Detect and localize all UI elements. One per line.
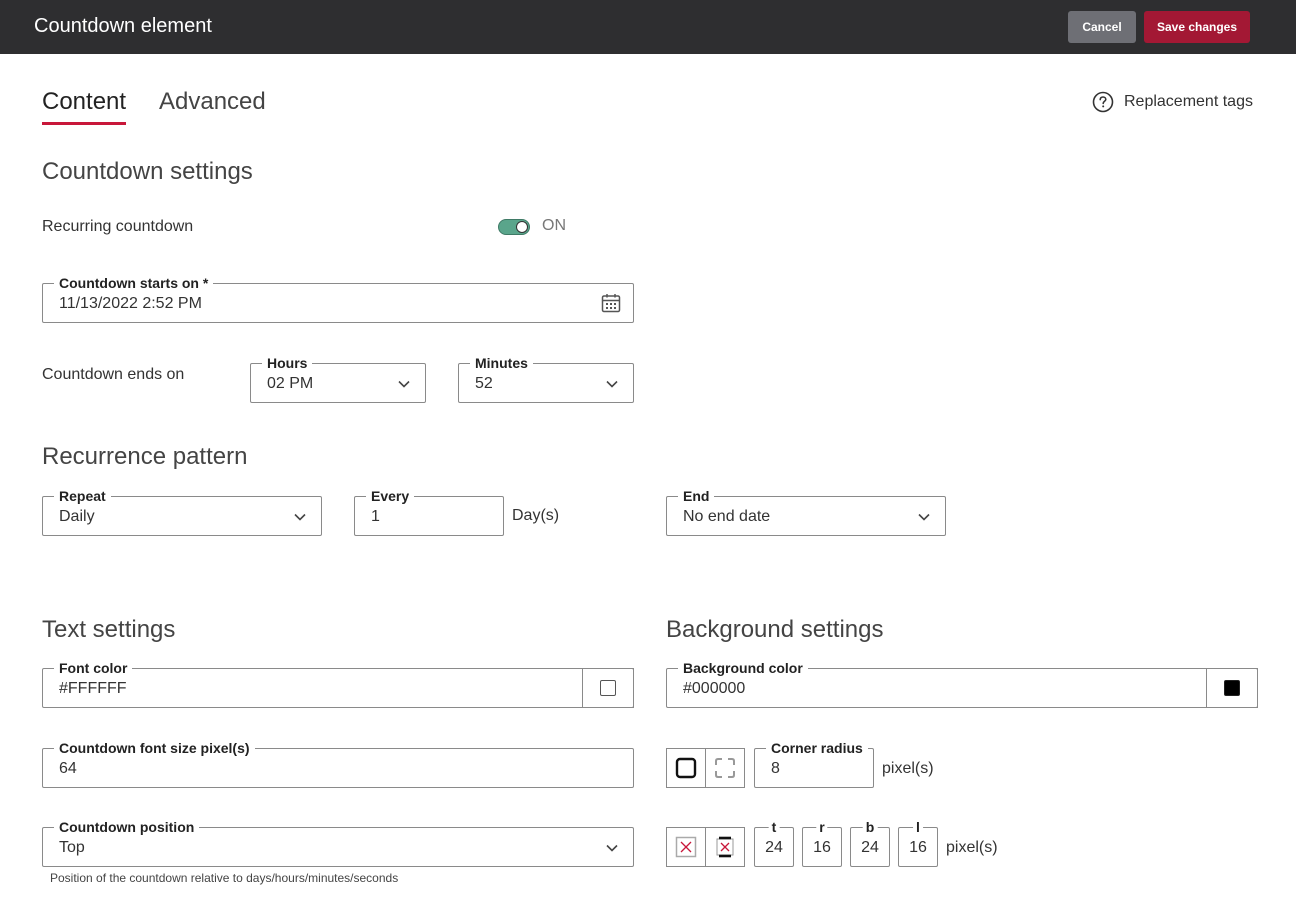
padding-left-input[interactable]: l 16 [898,819,938,867]
countdown-starts-label: Countdown starts on * [54,275,214,291]
background-color-label: Background color [678,660,808,676]
background-color-value: #000000 [683,680,746,697]
background-color-input[interactable]: Background color #000000 [666,660,1258,708]
font-size-input[interactable]: Countdown font size pixel(s) 64 [42,740,634,788]
corner-radius-value: 8 [771,760,780,777]
page-title: Countdown element [34,15,212,37]
individual-padding-button[interactable] [705,827,745,867]
padding-top-value: 24 [765,839,783,856]
font-size-value: 64 [59,760,77,777]
padding-right-label: r [816,819,828,835]
font-color-input[interactable]: Font color #FFFFFF [42,660,634,708]
padding-right-input[interactable]: r 16 [802,819,842,867]
padding-bottom-value: 24 [861,839,879,856]
help-circle-icon [1092,91,1114,113]
chevron-down-icon [294,513,306,521]
rounded-corners-button[interactable] [666,748,706,788]
padding-bottom-input[interactable]: b 24 [850,819,890,867]
cancel-button[interactable]: Cancel [1068,11,1136,43]
hours-label: Hours [262,355,313,371]
padding-left-label: l [913,819,923,835]
tab-content[interactable]: Content [42,88,126,116]
end-value: No end date [683,508,771,525]
active-tab-indicator [42,122,126,125]
repeat-value: Daily [59,508,95,525]
end-label: End [678,488,715,504]
minutes-value: 52 [475,375,493,392]
hours-value: 02 PM [267,375,314,392]
individual-corners-button[interactable] [705,748,745,788]
font-size-label: Countdown font size pixel(s) [54,740,255,756]
padding-all-icon [675,836,697,858]
white-swatch-icon [600,680,616,696]
padding-left-value: 16 [909,839,927,856]
black-swatch-icon [1224,680,1240,696]
corner-radius-label: Corner radius [766,740,868,756]
replacement-tags-link[interactable]: Replacement tags [1092,90,1253,114]
every-input[interactable]: Every 1 [354,488,504,536]
recurrence-pattern-heading: Recurrence pattern [42,443,248,470]
replacement-tags-label: Replacement tags [1124,93,1253,110]
corner-radius-unit: pixel(s) [882,760,934,777]
countdown-position-label: Countdown position [54,819,200,835]
save-changes-button[interactable]: Save changes [1144,11,1250,43]
minutes-select[interactable]: Minutes 52 [458,355,634,403]
padding-right-value: 16 [813,839,831,856]
countdown-position-helper: Position of the countdown relative to da… [50,871,399,885]
toggle-knob [516,221,528,233]
countdown-starts-value: 11/13/2022 2:52 PM [59,295,202,312]
tab-advanced[interactable]: Advanced [159,88,266,116]
font-color-picker-button[interactable] [582,668,634,708]
countdown-ends-label: Countdown ends on [42,366,185,383]
every-label: Every [366,488,415,504]
toggle-state-text: ON [542,217,566,234]
chevron-down-icon [606,844,618,852]
countdown-position-select[interactable]: Countdown position Top [42,819,634,867]
hours-select[interactable]: Hours 02 PM [250,355,426,403]
text-settings-heading: Text settings [42,616,176,643]
padding-unit: pixel(s) [946,839,998,856]
corners-icon [715,758,735,778]
padding-bottom-label: b [862,819,878,835]
top-bar: Countdown element Cancel Save changes [0,0,1296,54]
countdown-settings-heading: Countdown settings [42,158,253,185]
background-settings-heading: Background settings [666,616,884,643]
every-unit-label: Day(s) [512,507,560,524]
calendar-icon[interactable] [601,293,621,313]
corner-radius-input[interactable]: Corner radius 8 [754,740,874,788]
recurring-countdown-label: Recurring countdown [42,218,194,235]
padding-top-label: t [768,819,780,835]
recurring-countdown-toggle[interactable] [498,219,530,235]
minutes-label: Minutes [470,355,533,371]
uniform-padding-button[interactable] [666,827,706,867]
font-color-value: #FFFFFF [59,680,127,697]
every-value: 1 [371,508,380,525]
font-color-label: Font color [54,660,133,676]
background-color-picker-button[interactable] [1206,668,1258,708]
repeat-select[interactable]: Repeat Daily [42,488,322,536]
padding-sides-icon [716,836,734,858]
rounded-square-icon [675,757,697,779]
chevron-down-icon [606,380,618,388]
padding-top-input[interactable]: t 24 [754,819,794,867]
repeat-label: Repeat [54,488,111,504]
countdown-starts-field[interactable]: Countdown starts on * 11/13/2022 2:52 PM [42,275,634,323]
countdown-position-value: Top [59,839,85,856]
end-select[interactable]: End No end date [666,488,946,536]
chevron-down-icon [918,513,930,521]
chevron-down-icon [398,380,410,388]
